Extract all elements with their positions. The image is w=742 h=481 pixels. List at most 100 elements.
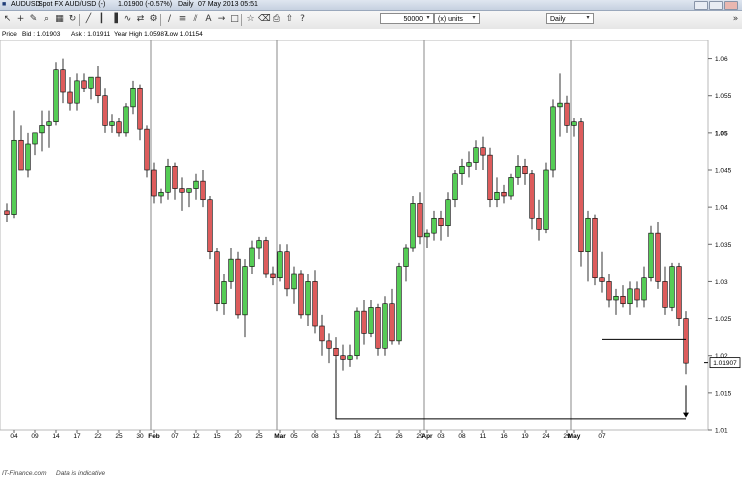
candle-body	[522, 165, 528, 175]
candle-body	[564, 102, 570, 126]
candle-body	[571, 121, 577, 126]
candle	[543, 162, 549, 234]
x-axis-tick-label: May	[568, 433, 581, 440]
candle-body	[515, 165, 521, 178]
candle-body	[543, 169, 549, 230]
candle-body	[613, 295, 619, 301]
zoom-icon[interactable]: ⌕	[41, 13, 52, 26]
x-axis-tick-label: 16	[500, 433, 508, 440]
y-axis-tick-label: 1.015	[715, 390, 732, 397]
x-axis-tick-label: 08	[458, 433, 466, 440]
candle-body	[88, 76, 94, 89]
help-icon[interactable]: ?	[297, 13, 308, 26]
candle	[214, 248, 220, 312]
candlestick-chart[interactable]: 1.011.0151.021.0251.031.0351.041.0451.05…	[0, 40, 742, 470]
candle-body	[109, 121, 115, 126]
quantity-input[interactable]: 50000 ▾	[380, 13, 434, 24]
candle-body	[466, 162, 472, 167]
eraser-icon[interactable]: ⌫	[258, 13, 271, 26]
candle-body	[277, 251, 283, 279]
x-axis-tick-label: Feb	[148, 433, 160, 440]
y-axis-tick-label: 1.05	[715, 130, 728, 137]
x-axis-tick-label: 11	[480, 433, 487, 440]
star-icon[interactable]: ☆	[245, 13, 256, 26]
channel-icon[interactable]: ⫽	[190, 13, 201, 26]
pencil-icon[interactable]: ✎	[28, 13, 39, 26]
candle-body	[39, 125, 45, 134]
chart-toolbar: ↖ + ✎ ⌕ ▦ ↻ ╱ ┃ ▐ ∿ ⇄ ⚙ ∕ ≡ ⫽ A → □ ☆ ⌫ ⎙ ⇧? 50000 ▾ (x) unit…	[0, 11, 742, 30]
trendline-icon[interactable]: ∕	[164, 13, 175, 26]
candle-body	[578, 121, 584, 253]
candle	[375, 303, 381, 356]
candle-body	[151, 169, 157, 197]
candle-body	[158, 191, 164, 197]
spinner-icon[interactable]: ▾	[424, 14, 432, 23]
units-select[interactable]: (x) units ▾	[434, 13, 480, 24]
x-axis-tick-label: 13	[332, 433, 340, 440]
export-icon[interactable]: ⇧	[284, 13, 295, 26]
candle-body	[445, 199, 451, 227]
text-icon[interactable]: A	[203, 13, 214, 26]
bar-chart-icon[interactable]: ▐	[109, 13, 120, 26]
candle	[382, 296, 388, 356]
refresh-icon[interactable]: ↻	[67, 13, 78, 26]
candle-body	[221, 281, 227, 305]
watermark-text: IT-Finance.com	[2, 470, 47, 477]
candle-body	[165, 165, 171, 193]
fibonacci-icon[interactable]: ≡	[177, 13, 188, 26]
candle-body	[634, 288, 640, 301]
candle-body	[368, 307, 374, 334]
price-infobar: Price Bid : 1.01903 Ask : 1.01911 Year H…	[0, 29, 742, 40]
candle-body	[228, 258, 234, 282]
candle-body	[529, 173, 535, 219]
candle-body	[389, 303, 395, 342]
low-value: Low 1.01154	[166, 31, 203, 38]
maximize-button[interactable]	[709, 1, 723, 10]
crosshair-icon[interactable]: +	[15, 13, 26, 26]
print-icon[interactable]: ⎙	[271, 13, 282, 26]
candlestick-icon[interactable]: ┃	[96, 13, 107, 26]
candle	[410, 196, 416, 252]
indicator-icon[interactable]: ∿	[122, 13, 133, 26]
cursor-icon[interactable]: ↖	[2, 13, 13, 26]
app-icon: ■	[2, 1, 7, 8]
candle-body	[354, 310, 360, 357]
x-axis-tick-label: 21	[374, 433, 382, 440]
compare-icon[interactable]: ⇄	[135, 13, 146, 26]
candle-body	[270, 273, 276, 279]
candle	[235, 251, 241, 319]
minimize-button[interactable]	[694, 1, 708, 10]
price-label: Price	[2, 31, 17, 38]
x-axis-tick-label: 14	[52, 433, 60, 440]
candle-body	[123, 106, 129, 134]
candle	[487, 147, 493, 208]
toolbar-overflow-icon[interactable]: »	[730, 13, 741, 26]
shapes-icon[interactable]: □	[229, 13, 240, 26]
arrow-icon[interactable]: →	[216, 13, 227, 26]
candle-body	[480, 147, 486, 156]
candle-body	[249, 247, 255, 267]
settings-icon[interactable]: ⚙	[148, 13, 159, 26]
candle	[676, 262, 682, 326]
close-button[interactable]	[724, 1, 738, 10]
candle	[578, 118, 584, 267]
footer-bar: IT-Finance.com Data is indicative	[0, 470, 742, 481]
y-axis-tick-label: 1.025	[715, 316, 732, 323]
data-note: Data is indicative	[56, 470, 106, 477]
period-select[interactable]: Daily ▾	[546, 13, 594, 24]
candle-body	[494, 191, 500, 201]
x-axis-tick-label: 05	[290, 433, 298, 440]
candle-body	[620, 295, 626, 305]
x-axis-tick-label: 24	[542, 433, 550, 440]
candle-body	[333, 347, 339, 357]
x-axis-tick-label: 03	[437, 433, 445, 440]
line-chart-icon[interactable]: ╱	[83, 13, 94, 26]
grid-icon[interactable]: ▦	[54, 13, 65, 26]
candle-body	[256, 240, 262, 249]
candle-body	[4, 210, 10, 215]
x-axis-tick-label: 08	[311, 433, 319, 440]
candle-body	[284, 251, 290, 290]
y-axis-tick-label: 1.055	[715, 93, 732, 100]
x-axis-tick-label: 15	[213, 433, 221, 440]
candle-body	[137, 87, 143, 130]
